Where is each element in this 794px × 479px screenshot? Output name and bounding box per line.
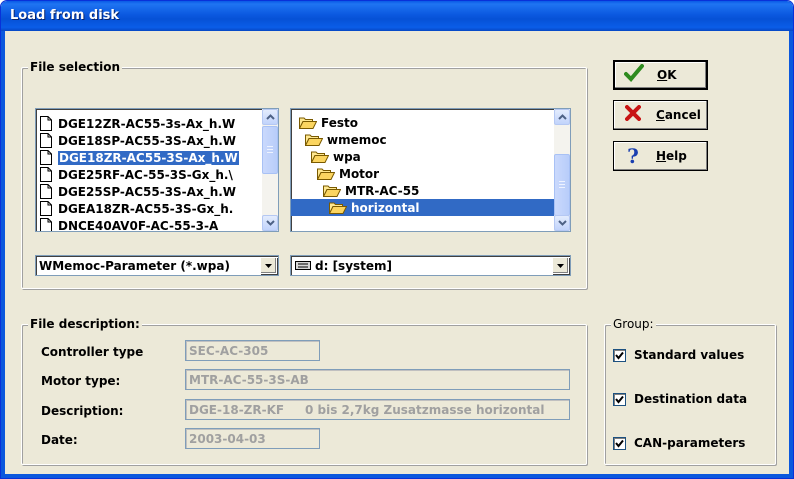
drive-select[interactable]: d: [system] [290,255,571,276]
file-name: DNCE40AV0F-AC-55-3-A [58,218,219,232]
directory-name: wmemoc [327,132,387,147]
directory-item[interactable]: wpa [311,148,361,165]
file-list-scrollbar[interactable] [262,109,278,231]
file-name: DGE18SP-AC55-3S-Ax_h.W [58,133,237,148]
dropdown-arrow-icon [557,263,564,268]
directory-item[interactable]: Festo [299,114,358,131]
drive-value: d: [system] [315,258,393,273]
directory-name: wpa [333,149,361,164]
question-icon: ? [627,144,639,168]
description-label: Description: [41,404,124,418]
document-icon [40,116,52,131]
open-folder-icon [329,202,347,214]
destination-data-checkmark-icon [613,392,626,406]
chevron-down-icon [557,220,567,226]
open-folder-icon [317,168,335,180]
directory-list[interactable]: Festo wmemoc wpa Motor MTR-AC-55 horizontal [290,108,571,232]
directory-name: horizontal [351,200,420,215]
destination-data-label: Destination data [634,392,748,406]
open-folder-icon [323,185,341,197]
file-name: DGE25SP-AC55-3S-Ax_h.W [58,184,237,199]
directory-list-scrollbar[interactable] [554,109,570,231]
file-list-scroll-up-button[interactable] [262,109,278,125]
help-button-label: Help [656,149,687,163]
file-type-dropdown-button[interactable] [260,257,277,274]
directory-item[interactable]: MTR-AC-55 [323,182,419,199]
date-field: 2003-04-03 [185,428,320,449]
destination-data-checkbox[interactable]: Destination data [613,392,747,406]
open-folder-icon [299,117,317,129]
document-icon [40,167,52,182]
file-list-item[interactable]: DGE25RF-AC-55-3S-Gx_h.\ [40,166,272,183]
document-icon [40,184,52,199]
file-name: DGE12ZR-AC55-3s-Ax_h.W [58,116,236,131]
check-icon [623,63,645,87]
file-list-item[interactable]: DGE25SP-AC55-3S-Ax_h.W [40,183,272,200]
cancel-button[interactable]: Cancel [613,100,708,130]
can-parameters-checkmark-icon [613,436,626,450]
drive-icon [295,261,311,270]
load-from-disk-dialog: Load from disk File selection DGE12ZR-AC… [0,0,794,479]
file-list[interactable]: DGE12ZR-AC55-3s-Ax_h.W DGE18SP-AC55-3S-Ax… [35,108,279,232]
controller-type-label: Controller type [41,345,144,359]
directory-list-scroll-down-button[interactable] [554,215,570,231]
drive-dropdown-button[interactable] [552,257,569,274]
directory-item[interactable]: horizontal [291,199,555,216]
standard-values-label: Standard values [634,348,745,362]
document-icon [40,150,52,165]
document-icon [40,218,52,231]
chevron-down-icon [265,220,275,226]
open-folder-icon [305,134,323,146]
x-icon [622,104,644,126]
file-name: DGE18ZR-AC55-3S-Ax_h.W [57,149,240,166]
file-list-item[interactable]: DGEA18ZR-AC55-3S-Gx_h. [40,200,272,217]
file-description-legend: File description: [28,317,142,331]
directory-name: MTR-AC-55 [345,183,420,198]
group-legend: Group: [611,317,656,331]
motor-type-label: Motor type: [41,374,121,388]
directory-list-scroll-up-button[interactable] [554,109,570,125]
title-bar[interactable]: Load from disk [1,1,793,31]
can-parameters-checkbox[interactable]: CAN-parameters [613,436,745,450]
file-list-scroll-down-button[interactable] [262,215,278,231]
cancel-button-label: Cancel [656,108,701,122]
file-name: DGEA18ZR-AC55-3S-Gx_h. [58,201,234,216]
open-folder-icon [311,151,329,163]
chevron-up-icon [265,114,275,120]
file-type-select[interactable]: WMemoc-Parameter (*.wpa) [35,255,279,276]
document-icon [40,201,52,216]
file-list-item[interactable]: DNCE40AV0F-AC-55-3-A [40,217,272,232]
motor-type-field: MTR-AC-55-3S-AB [185,369,570,390]
document-icon [40,133,52,148]
file-list-item[interactable]: DGE18ZR-AC55-3S-Ax_h.W [40,149,272,166]
file-name: DGE25RF-AC-55-3S-Gx_h.\ [58,167,233,182]
file-list-item[interactable]: DGE18SP-AC55-3S-Ax_h.W [40,132,272,149]
directory-item[interactable]: wmemoc [305,131,387,148]
file-list-item[interactable]: DGE12ZR-AC55-3s-Ax_h.W [40,115,272,132]
directory-name: Festo [321,115,358,130]
file-type-value: WMemoc-Parameter (*.wpa) [39,258,230,273]
ok-button[interactable]: OK [613,60,708,90]
directory-list-scroll-thumb[interactable] [554,154,570,216]
directory-item[interactable]: Motor [317,165,379,182]
description-field: DGE-18-ZR-KF 0 bis 2,7kg Zusatzmasse hor… [185,399,570,420]
chevron-up-icon [557,114,567,120]
standard-values-checkbox[interactable]: Standard values [613,348,744,362]
ok-button-label: OK [657,68,677,82]
window-title: Load from disk [10,8,120,23]
can-parameters-label: CAN-parameters [634,436,746,450]
help-button[interactable]: ? Help [613,141,708,171]
controller-type-field: SEC-AC-305 [185,340,320,361]
window-frame-right [789,31,793,478]
directory-name: Motor [339,166,380,181]
date-label: Date: [41,433,78,447]
file-selection-legend: File selection [28,60,123,74]
file-list-scroll-thumb[interactable] [262,126,278,174]
standard-values-checkmark-icon [613,348,626,362]
dropdown-arrow-icon [265,263,272,268]
window-frame-bottom [1,474,793,478]
window-frame-left [1,31,5,478]
